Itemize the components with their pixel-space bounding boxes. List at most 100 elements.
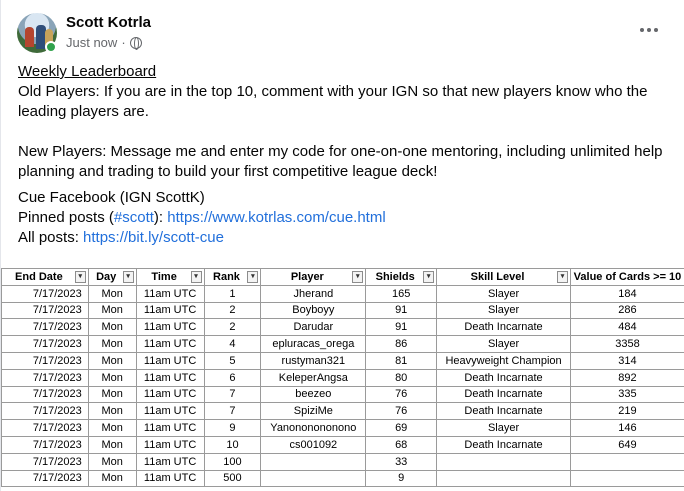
table-cell: Mon [87,351,137,370]
column-header-label: Day [96,270,117,283]
table-cell: 2 [203,301,262,320]
table-cell [260,469,367,488]
table-cell: 7/17/2023 [1,419,89,437]
table-cell: Jherand [260,284,367,303]
table-cell: 11am UTC [135,351,205,370]
post-author-name[interactable]: Scott Kotrla [66,14,151,31]
table-cell: 7/17/2023 [1,368,89,387]
pinned-prefix: Pinned posts ( [18,209,114,226]
table-row: 7/17/2023 Mon 11am UTC 7 beezeo 76 Death Incar… [1,385,684,404]
table-cell: 9 [203,419,262,437]
filter-icon[interactable]: ▾ [122,271,134,283]
post-meta: Just now · [66,35,142,50]
post-timestamp[interactable]: Just now [66,35,117,50]
table-cell: 80 [365,368,438,387]
table-cell: 500 [203,469,262,488]
table-cell: 76 [365,402,438,421]
table-cell: 11am UTC [135,318,205,337]
table-cell: 91 [365,301,438,320]
table-cell: 3358 [569,335,684,353]
cue-facebook-text: Cue Facebook (IGN ScottK) [18,189,205,206]
table-cell: 7 [203,385,262,404]
table-cell: Mon [87,469,137,488]
all-posts-line: All posts: https://bit.ly/scott-cue [18,228,673,248]
table-cell: KeleperAngsa [260,368,367,387]
table-cell: 7/17/2023 [1,435,89,454]
table-cell: 7/17/2023 [1,452,89,471]
more-options-icon[interactable] [633,18,665,42]
dropdown-icon[interactable]: ▾ [423,271,435,283]
table-cell: 10 [203,435,262,454]
all-posts-url-link[interactable]: https://bit.ly/scott-cue [83,229,224,246]
table-cell: 7/17/2023 [1,402,89,421]
table-row: 7/17/2023 Mon 11am UTC 2 Darudar 91 Death Inca… [1,318,684,337]
table-cell: 892 [569,368,684,387]
table-cell: Yanononononono [260,419,367,437]
table-row: 7/17/2023 Mon 11am UTC 500 9 [1,469,684,488]
column-header: Time ▾ [135,268,205,286]
column-header: Value of Cards >= 10 [569,268,684,286]
globe-icon[interactable] [129,36,142,50]
table-cell: 649 [569,435,684,454]
table-cell: 11am UTC [135,301,205,320]
filter-icon[interactable]: ▾ [74,271,86,283]
table-cell: Mon [87,301,137,320]
facebook-post-card: Scott Kotrla Just now · Weekly Leaderboa… [0,0,684,491]
table-cell: Mon [87,419,137,437]
table-cell: 11am UTC [135,419,205,437]
hashtag-link[interactable]: #scott [114,209,154,226]
table-row: 7/17/2023 Mon 11am UTC 4 epluracas_orega 86 Sl… [1,335,684,353]
column-header-label: Player [290,270,324,283]
table-cell [569,469,684,488]
table-cell: 11am UTC [135,284,205,303]
dropdown-icon[interactable]: ▾ [352,271,364,283]
table-cell: 314 [569,351,684,370]
table-cell: 219 [569,402,684,421]
table-cell: Mon [87,435,137,454]
post-title: Weekly Leaderboard [18,63,157,80]
table-cell: SpiziMe [260,402,367,421]
table-row: 7/17/2023 Mon 11am UTC 10 cs001092 68 Death In… [1,435,684,454]
dropdown-icon[interactable]: ▾ [247,271,259,283]
table-cell: Slayer [436,419,571,437]
all-prefix: All posts: [18,229,84,246]
column-header-label: End Date [15,270,63,283]
table-cell: 484 [569,318,684,337]
filter-icon[interactable]: ▾ [190,271,202,283]
table-cell: Darudar [260,318,367,337]
table-cell: 81 [365,351,438,370]
table-cell: 11am UTC [135,402,205,421]
table-cell [260,452,367,471]
pinned-url-link[interactable]: https://www.kotrlas.com/cue.html [167,209,385,226]
table-row: 7/17/2023 Mon 11am UTC 2 Boyboyy 91 Slayer 286 [1,301,684,320]
table-cell: 5 [203,351,262,370]
table-cell: 7/17/2023 [1,284,89,303]
table-cell: 7/17/2023 [1,385,89,404]
table-cell: 2 [203,318,262,337]
table-cell: 165 [365,284,438,303]
table-row: 7/17/2023 Mon 11am UTC 7 SpiziMe 76 Death Inca… [1,402,684,421]
new-players-text: New Players: Message me and enter my cod… [18,143,663,180]
table-cell [436,469,571,488]
post-body: Weekly Leaderboard Old Players: If you a… [18,62,673,248]
table-cell: Death Incarnate [436,402,571,421]
table-header-row: End Date ▾ Day ▾ Time ▾ Rank ▾ Player ▾ Shields ▾ Sk… [1,268,684,286]
table-cell: 7/17/2023 [1,318,89,337]
column-header: Rank ▾ [203,268,262,286]
table-cell: 86 [365,335,438,353]
table-cell: Heavyweight Champion [436,351,571,370]
leaderboard-image[interactable]: End Date ▾ Day ▾ Time ▾ Rank ▾ Player ▾ Shields ▾ Sk… [1,268,684,491]
table-cell: 11am UTC [135,335,205,353]
table-cell: Mon [87,402,137,421]
table-cell: 11am UTC [135,469,205,488]
table-body: 7/17/2023 Mon 11am UTC 1 Jherand 165 Slayer 184… [1,284,684,488]
table-cell: 7/17/2023 [1,469,89,488]
table-cell: 33 [365,452,438,471]
dropdown-icon[interactable]: ▾ [556,271,568,283]
table-cell: Death Incarnate [436,435,571,454]
table-cell: 7/17/2023 [1,335,89,353]
column-header: Player ▾ [260,268,367,286]
table-cell: 146 [569,419,684,437]
table-cell: 91 [365,318,438,337]
column-header-label: Skill Level [470,270,525,283]
